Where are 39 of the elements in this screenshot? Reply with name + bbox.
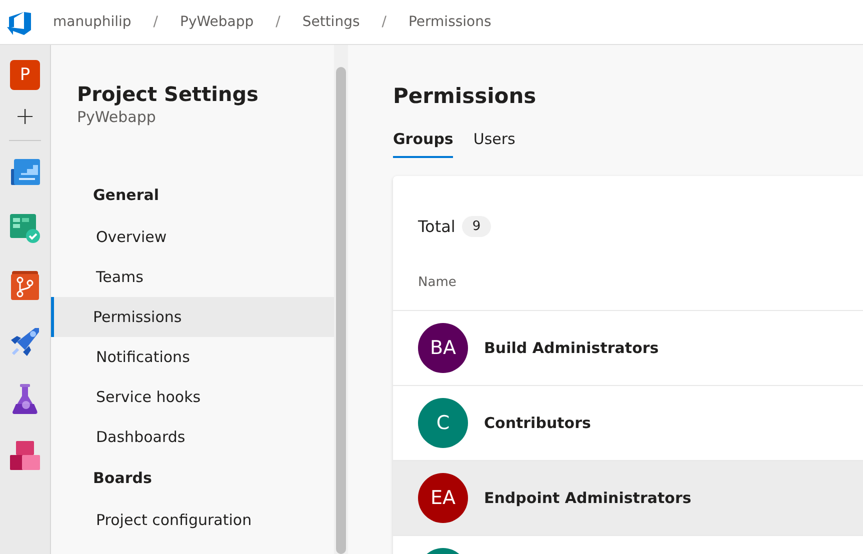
nav-item[interactable]: Permissions [51,297,334,337]
group-name: Contributors [484,414,591,432]
nav-item[interactable]: Teams [51,257,334,297]
group-row[interactable]: EA Endpoint Administrators [393,461,863,536]
breadcrumb-link[interactable]: manuphilip [53,14,132,30]
project-name: PyWebapp [77,108,157,126]
column-header: Name [393,237,863,311]
breadcrumb-link[interactable]: Permissions [408,14,492,30]
breadcrumb-link[interactable]: Settings [302,14,360,30]
page-title: Permissions [393,84,538,108]
branch-icon[interactable] [9,269,41,301]
boxes-icon[interactable] [9,440,41,472]
scrollbar[interactable] [334,45,348,554]
nav-item[interactable]: Project configuration [51,500,334,540]
total-label: Total [418,217,456,236]
breadcrumb-separator: / [153,14,158,30]
rocket-icon[interactable] [9,326,41,358]
breadcrumb-separator: / [382,14,386,30]
section-heading: Boards [93,469,153,487]
group-name: Build Administrators [484,339,659,357]
nav-item[interactable]: Service hooks [51,377,334,417]
board-check-icon[interactable] [9,212,41,244]
nav-item[interactable]: Overview [51,217,334,257]
project-avatar[interactable]: P [10,60,40,90]
count-badge: 9 [462,216,491,237]
group-name: Endpoint Administrators [484,489,692,507]
group-avatar: BA [418,323,468,373]
breadcrumb-separator: / [276,14,280,30]
tab[interactable]: Groups [393,130,454,158]
group-avatar: EA [418,473,468,523]
section-heading: General [93,186,160,204]
breadcrumb-link[interactable]: PyWebapp [180,14,254,30]
nav-item[interactable]: Notifications [51,337,334,377]
add-button[interactable]: + [14,104,36,128]
group-avatar: C [418,398,468,448]
group-row[interactable]: BA Build Administrators [393,311,863,386]
nav-item[interactable]: Dashboards [51,417,334,457]
sidebar-title: Project Settings [77,82,260,106]
tab[interactable]: Users [473,130,516,158]
